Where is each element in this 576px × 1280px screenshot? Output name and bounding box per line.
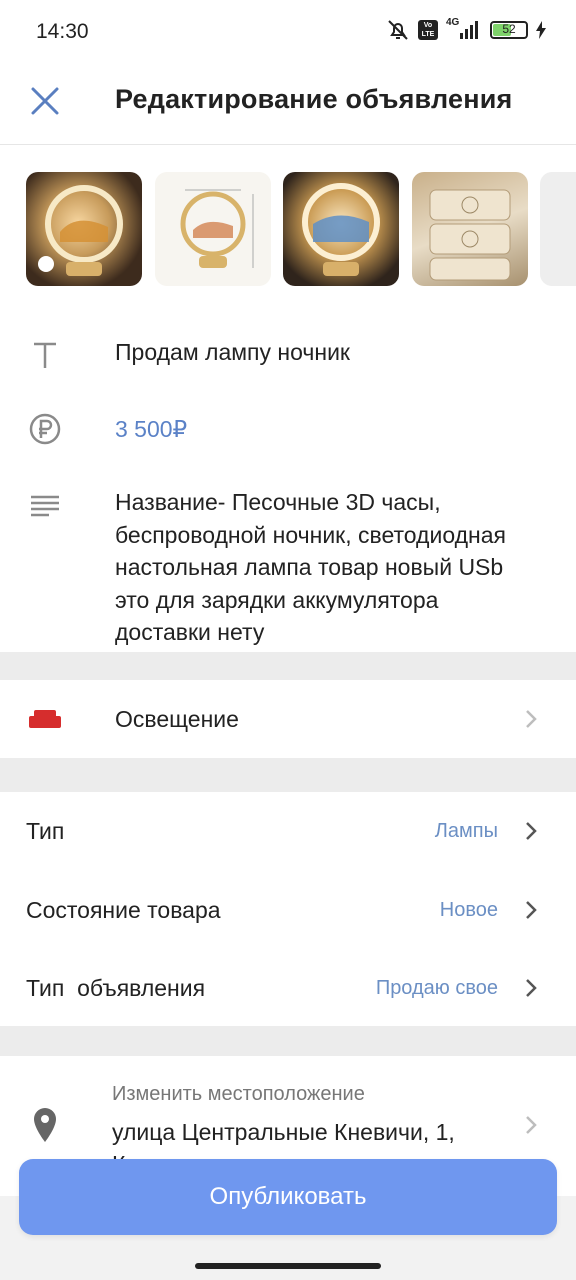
photo-3[interactable] (283, 172, 399, 286)
param-row-listing-type[interactable]: Тип объявления Продаю свое (0, 948, 576, 1027)
title-text: Продам лампу ночник (115, 339, 350, 365)
chevron-right-icon (526, 710, 537, 728)
chevron-right-icon (526, 1116, 537, 1134)
battery-level: 52 (502, 22, 516, 36)
param-label: Тип (26, 818, 65, 844)
chevron-right-icon (526, 822, 537, 840)
chevron-right-icon (526, 979, 537, 997)
param-label: Тип объявления (26, 975, 206, 1001)
close-button[interactable] (28, 80, 62, 120)
battery-icon: 52 (490, 21, 528, 39)
price-row[interactable]: 3 500₽ (0, 390, 576, 469)
close-icon (31, 87, 59, 115)
price-text: 3 500₽ (115, 416, 188, 442)
page-title: Редактирование объявления (115, 84, 513, 114)
location-pin-icon (34, 1108, 56, 1142)
text-icon (34, 342, 56, 368)
signal-icon: 4G (446, 17, 482, 41)
param-row-condition[interactable]: Состояние товара Новое (0, 870, 576, 949)
publish-button[interactable]: Опубликовать (19, 1159, 557, 1235)
param-value: Продаю свое (375, 977, 498, 999)
photo-2[interactable] (155, 172, 271, 286)
photo-strip[interactable] (0, 144, 576, 312)
param-value: Лампы (434, 820, 498, 842)
category-row[interactable]: Освещение (0, 680, 576, 759)
param-label: Состояние товара (26, 897, 221, 923)
location-label: Изменить местоположение (112, 1083, 365, 1105)
param-row-type[interactable]: Тип Лампы (0, 792, 576, 871)
status-time: 14:30 (36, 20, 89, 43)
section-gap (0, 758, 576, 792)
volte-icon: Vo LTE (418, 20, 438, 40)
status-bar: 14:30 Vo LTE 4G 52 (0, 0, 576, 62)
section-gap (0, 652, 576, 680)
title-row[interactable]: Продам лампу ночник (0, 312, 576, 391)
status-icons: Vo LTE 4G 52 (386, 17, 546, 42)
photo-5-partial[interactable] (540, 172, 576, 286)
charging-icon (536, 21, 546, 39)
sofa-icon (29, 710, 61, 728)
photo-4[interactable] (412, 172, 528, 286)
ruble-icon (29, 413, 61, 445)
home-indicator[interactable] (195, 1263, 381, 1269)
bell-off-icon (388, 20, 408, 40)
category-label: Освещение (115, 706, 239, 732)
photo-1[interactable] (26, 172, 142, 286)
app-header: Редактирование объявления (0, 62, 576, 145)
description-row[interactable]: Название- Песочные 3D часы, беспроводной… (0, 468, 576, 653)
description-icon (31, 495, 59, 517)
description-text: Название- Песочные 3D часы, беспроводной… (115, 489, 506, 645)
param-value: Новое (439, 899, 498, 921)
chevron-right-icon (526, 901, 537, 919)
section-gap (0, 1026, 576, 1056)
